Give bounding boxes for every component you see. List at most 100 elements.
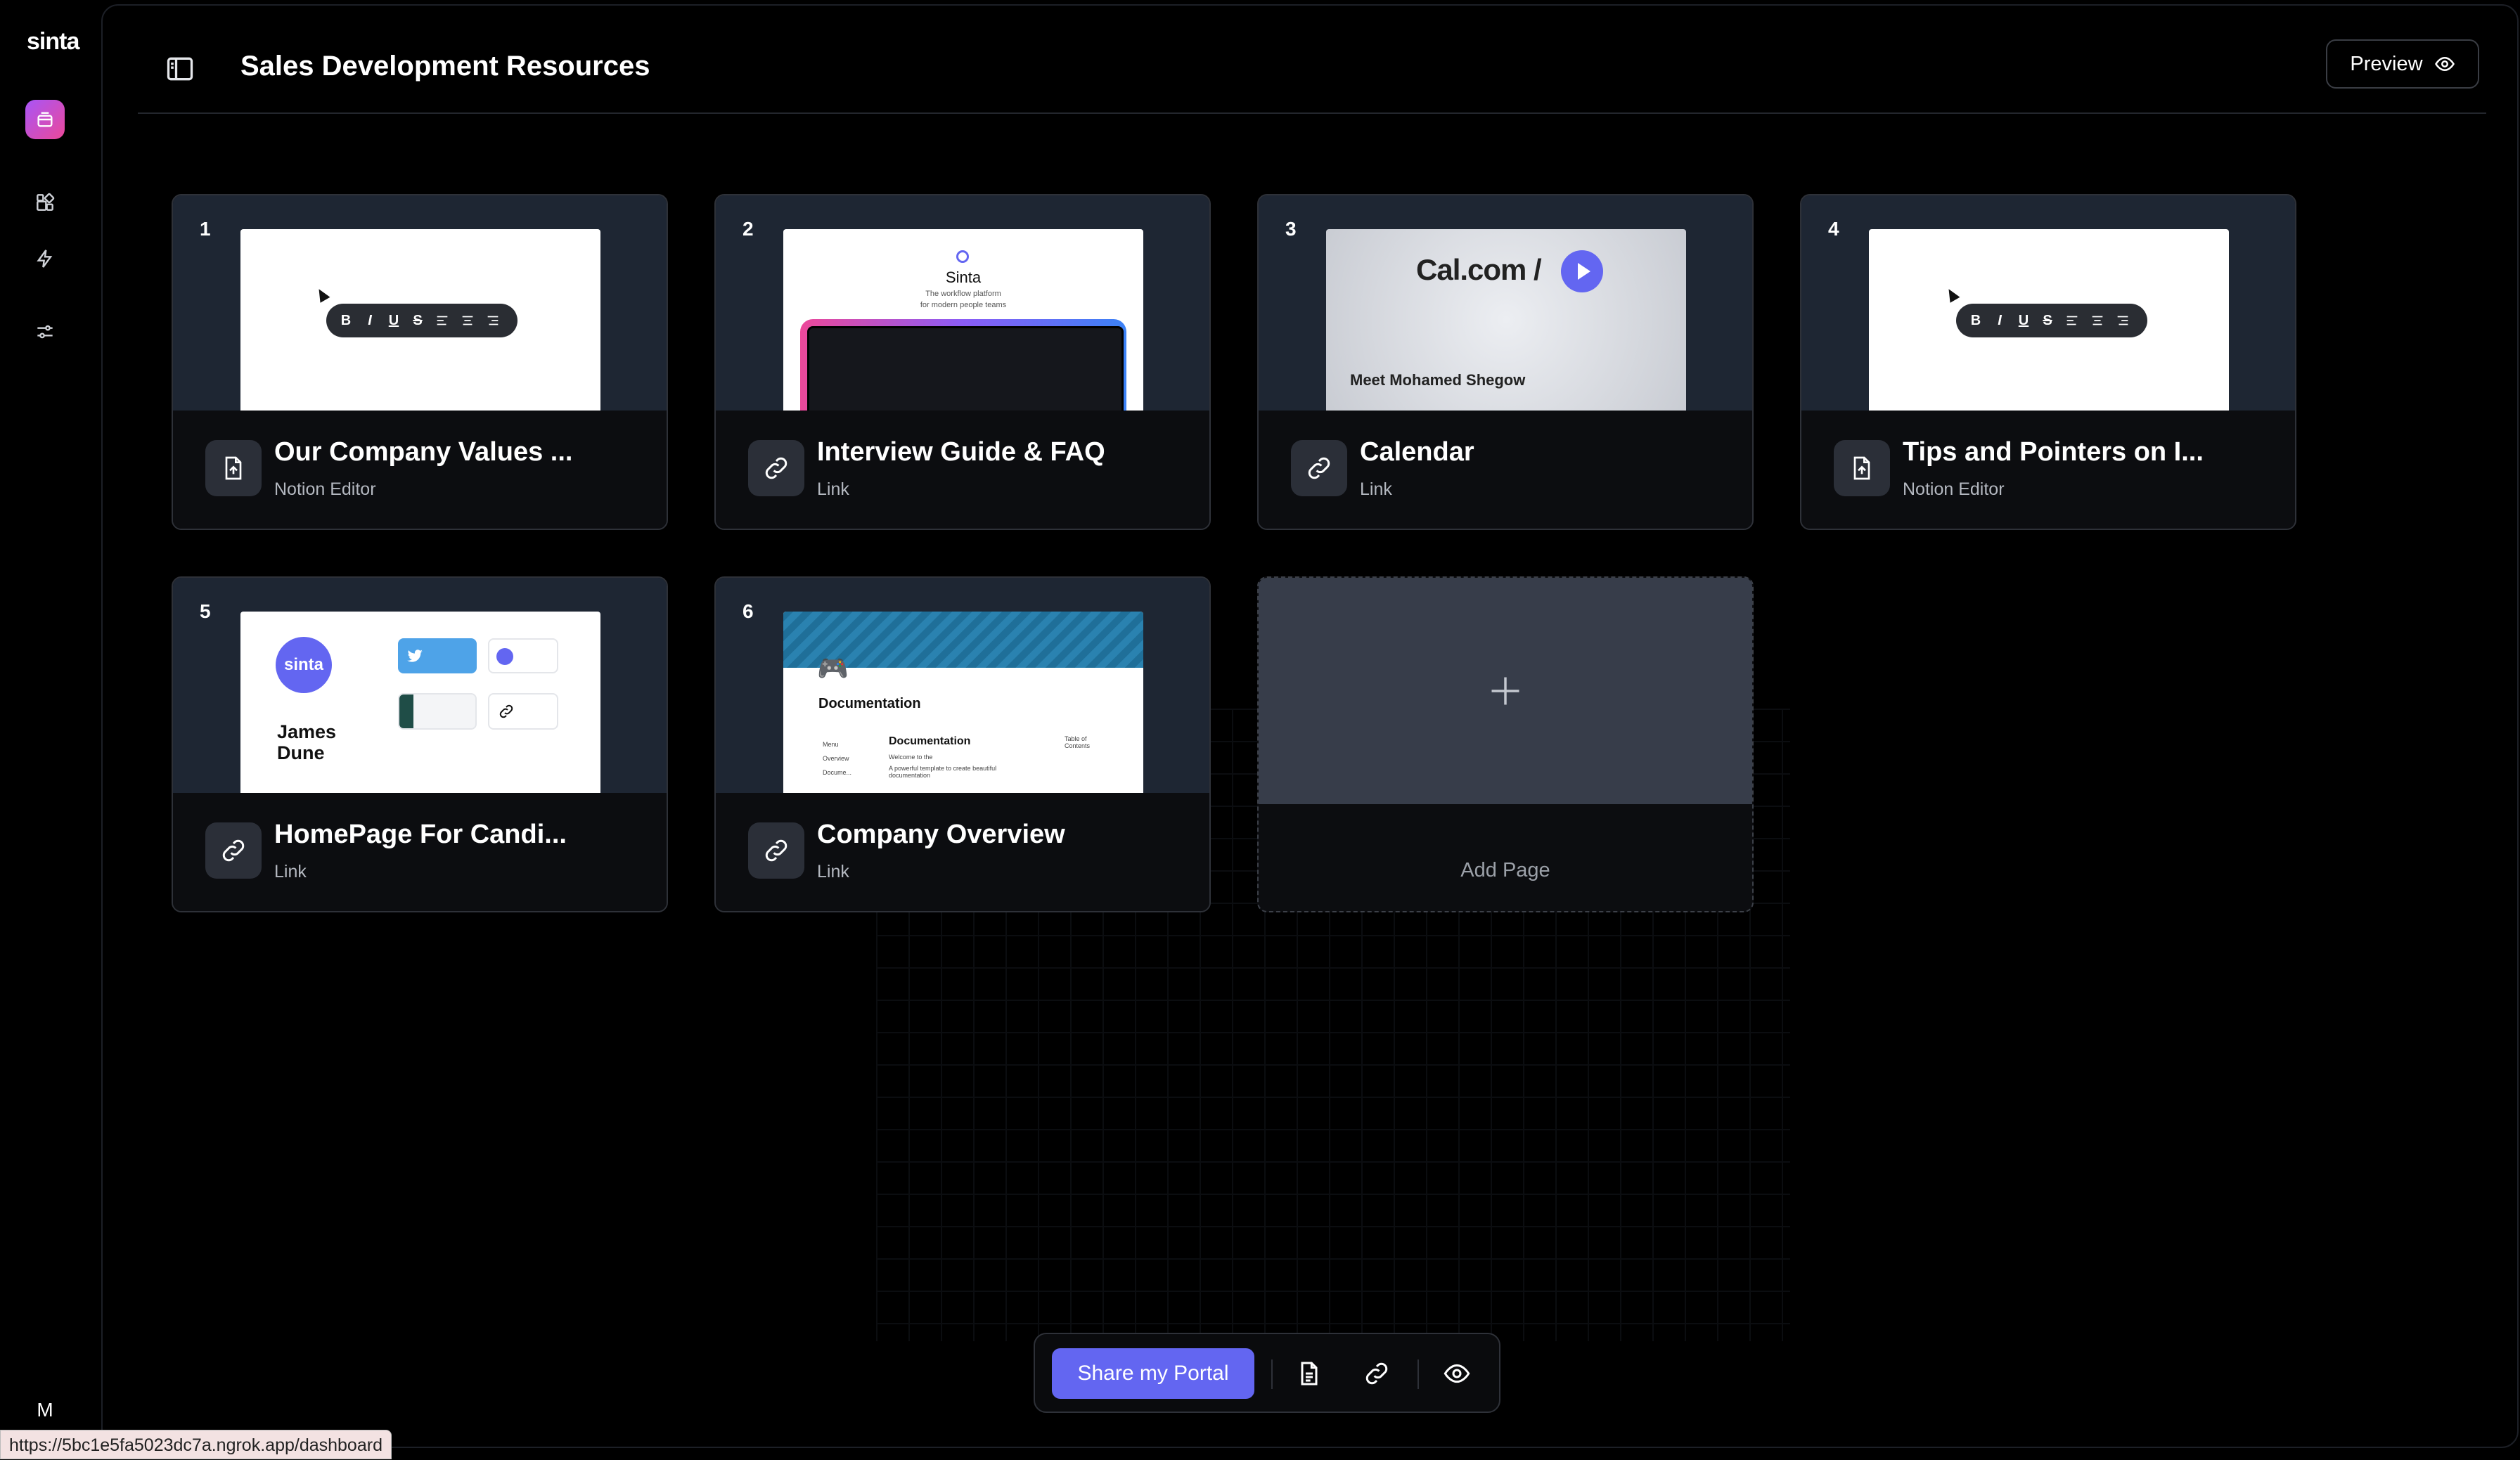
thumb-name-line1: James [277,721,337,742]
card-title: HomePage For Candi... [274,820,567,849]
thumb-toc: Table of Contents [1065,735,1091,749]
thumb-heading: Documentation [818,696,921,711]
page-card-6[interactable]: 6 🎮 Documentation Documentation Menu Ove… [714,576,1211,912]
card-type: Notion Editor [274,479,376,499]
cursor-icon [314,286,330,303]
rail-settings-button[interactable] [25,312,65,351]
preview-button[interactable]: Preview [2326,39,2479,89]
sinta-logo[interactable]: sinta [27,28,79,56]
card-title: Tips and Pointers on I... [1903,437,2204,467]
card-thumb-area: 6 🎮 Documentation Documentation Menu Ove… [716,578,1209,793]
card-number: 1 [200,218,211,240]
format-toolbar-preview: B I U S [326,304,518,337]
thumb-subheading: Documentation [889,735,971,747]
play-logo-icon [496,648,513,665]
main-panel: Sales Development Resources Preview 1 B … [101,4,2519,1448]
thumb-brand: Sinta [945,269,982,286]
card-thumbnail: Cal.com / Meet Mohamed Shegow [1326,229,1686,411]
align-right-icon [487,316,499,325]
align-center-icon [2092,316,2103,325]
lightning-icon [37,250,53,268]
card-type: Link [817,479,849,499]
add-link-button[interactable] [1357,1354,1396,1393]
page-card-5[interactable]: 5 sinta James Dune HomePage For Candi...… [172,576,668,912]
underline-label: U [2018,312,2029,328]
rail-widgets-button[interactable] [25,183,65,222]
toolbar-divider [1271,1359,1273,1389]
user-avatar[interactable]: M [31,1396,59,1424]
website-tile [398,693,477,730]
card-thumbnail: B I U S [240,229,600,411]
page-card-1[interactable]: 1 B I U S Our Company Values ... Notion … [172,194,668,530]
rail-portal-button[interactable] [25,100,65,139]
toolbar-divider [1418,1359,1419,1389]
page-card-3[interactable]: 3 Cal.com / Meet Mohamed Shegow Calendar… [1257,194,1754,530]
card-type: Link [817,862,849,881]
eye-icon [1444,1364,1470,1383]
left-rail: sinta M [0,0,101,1459]
sliders-icon [37,325,53,339]
thumb-overview: Overview [823,755,849,762]
align-left-icon [2066,316,2078,325]
document-icon [1301,1362,1318,1385]
add-document-button[interactable] [1290,1354,1329,1393]
page-card-2[interactable]: 2 Sinta The workflow platform for modern… [714,194,1211,530]
align-right-icon [2117,316,2128,325]
link-icon [1308,457,1330,479]
thumb-caption: Meet Mohamed Shegow [1350,371,1526,389]
thumb-name-line2: Dune [277,742,325,763]
preview-label: Preview [2350,52,2423,75]
card-thumbnail: 🎮 Documentation Documentation Menu Overv… [783,612,1143,793]
document-icon [1853,456,1870,480]
sidebar-toggle-icon[interactable] [165,53,195,84]
italic-label: I [1998,312,2002,328]
card-info: Our Company Values ... Notion Editor [173,411,667,529]
card-number: 4 [1828,218,1839,240]
portal-icon [37,112,53,127]
card-thumbnail: B I U S [1869,229,2229,411]
card-title: Company Overview [817,820,1065,849]
gamepad-icon: 🎮 [817,654,849,683]
page-header: Sales Development Resources Preview [138,6,2486,114]
page-card-4[interactable]: 4 B I U S Tips and Pointers on I... Noti… [1800,194,2296,530]
laptop-preview [800,319,1126,411]
card-info: HomePage For Candi... Link [173,793,667,911]
card-type-badge [1834,440,1890,496]
link-icon [765,839,788,862]
thumb-calcom-brand: Cal.com / [1416,253,1542,286]
add-page-label: Add Page [1460,859,1550,881]
strike-label: S [413,312,423,328]
card-number: 6 [742,600,754,622]
thumb-menu: Menu [823,741,839,748]
bold-label: B [1970,312,1981,328]
thumb-docs: Docume... [823,769,852,776]
card-thumb-area: 5 sinta James Dune [173,578,667,793]
card-title: Interview Guide & FAQ [817,437,1105,467]
page-title: Sales Development Resources [240,51,650,82]
rail-automations-button[interactable] [25,239,65,278]
card-number: 5 [200,600,211,622]
card-info: Calendar Link [1259,411,1752,529]
link-tile [488,693,558,730]
thumb-body-2: A powerful template to create beautiful … [889,765,997,779]
status-bar-url: https://5bc1e5fa5023dc7a.ngrok.app/dashb… [0,1430,392,1459]
italic-label: I [368,312,372,328]
widgets-icon [37,193,55,211]
thumb-body-1: Welcome to the [889,754,933,761]
format-toolbar-preview: B I U S [1956,304,2147,337]
bold-label: B [340,312,352,328]
add-page-card[interactable]: Add Page [1257,576,1754,912]
strike-label: S [2043,312,2052,328]
thumb-sinta-logo: sinta [276,637,332,693]
toolbar-preview-button[interactable] [1437,1354,1477,1393]
share-portal-button[interactable]: Share my Portal [1052,1348,1254,1399]
link-icon [1365,1362,1388,1385]
card-type: Notion Editor [1903,479,2005,499]
card-thumb-area: 3 Cal.com / Meet Mohamed Shegow [1259,195,1752,411]
play-logo-icon [1561,250,1603,292]
card-type-badge [1291,440,1347,496]
card-type: Link [274,862,307,881]
card-thumb-area: 2 Sinta The workflow platform for modern… [716,195,1209,411]
card-type-badge [748,822,804,879]
bottom-toolbar: Share my Portal [1034,1333,1500,1413]
